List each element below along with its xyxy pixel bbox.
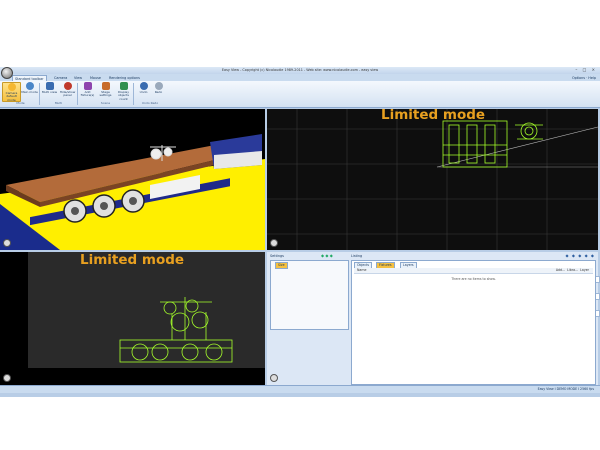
navigation-gizmo-icon[interactable] bbox=[270, 374, 278, 382]
button-label: Redo bbox=[154, 90, 163, 94]
listing-tool-icons[interactable]: ◆ ◆ ◆ ◆ ◆ bbox=[566, 253, 595, 258]
front-viewport[interactable]: Limited mode bbox=[267, 109, 598, 250]
panel-area: Settings ◆ ◆ ◆ Listing ◆ ◆ ◆ ◆ ◆ Size Wi… bbox=[267, 252, 600, 385]
window-controls[interactable]: – □ × bbox=[575, 67, 597, 72]
app-menu-button[interactable] bbox=[1, 67, 13, 79]
side-wire-scene bbox=[119, 297, 233, 363]
navigation-gizmo-icon[interactable] bbox=[3, 374, 11, 382]
multi-view-button[interactable]: Multi view bbox=[41, 82, 58, 100]
listing-title: Listing bbox=[351, 254, 363, 258]
group-label: Mode bbox=[16, 101, 25, 105]
settings-tool-icons[interactable]: ◆ ◆ ◆ bbox=[321, 253, 333, 258]
multi-view-icon bbox=[45, 82, 54, 90]
group-label: Scene bbox=[100, 101, 111, 105]
status-text: Easy View I DEMO MODE I 2560 fps bbox=[537, 387, 594, 391]
stage-icon bbox=[101, 82, 110, 90]
undo-icon bbox=[139, 82, 148, 90]
panel-icon bbox=[63, 82, 72, 90]
display-objects-count-button[interactable]: Display objects count bbox=[115, 82, 132, 100]
wireframe-side bbox=[119, 297, 233, 363]
fixture-icon bbox=[83, 82, 92, 90]
app-window: Easy View - Copyright (c) Nicolaudie 198… bbox=[0, 67, 600, 397]
settings-panel: Size bbox=[270, 260, 349, 330]
navigation-gizmo-icon[interactable] bbox=[3, 239, 11, 247]
settings-title: Settings bbox=[270, 254, 284, 258]
perspective-viewport[interactable] bbox=[0, 109, 265, 250]
navigation-gizmo-icon[interactable] bbox=[270, 239, 278, 247]
window-title: Easy View - Copyright (c) Nicolaudie 198… bbox=[221, 68, 379, 72]
listing-panel: Objects Fixtures Layers Name Add... Libr… bbox=[351, 260, 596, 385]
eye-icon bbox=[25, 82, 34, 90]
empty-message: There are no items to show. bbox=[451, 277, 496, 281]
add-tool[interactable]: Add... bbox=[556, 268, 565, 272]
button-label: Main mode bbox=[21, 90, 38, 94]
button-label: Add fixture(s) bbox=[80, 90, 95, 98]
button-label: Hide/show panel bbox=[59, 90, 76, 98]
stage-settings-button[interactable]: Stage settings bbox=[97, 82, 114, 100]
limited-mode-label: Limited mode bbox=[381, 109, 486, 123]
front-grid-scene bbox=[267, 109, 598, 250]
group-label: Undo Redo bbox=[141, 101, 159, 105]
ribbon: Camera default mode Main mode Multi view… bbox=[0, 81, 600, 108]
layer-tool[interactable]: Layer bbox=[580, 268, 589, 272]
side-viewport[interactable]: Limited mode bbox=[0, 252, 265, 385]
camera-mode-icon bbox=[7, 83, 16, 91]
library-tool[interactable]: Libra... bbox=[567, 268, 578, 272]
count-icon bbox=[119, 82, 128, 90]
redo-button[interactable]: Redo bbox=[150, 82, 167, 100]
button-label: Multi view bbox=[41, 90, 58, 94]
hide-show-panel-button[interactable]: Hide/show panel bbox=[59, 82, 76, 100]
main-mode-button[interactable]: Main mode bbox=[21, 82, 38, 100]
status-bar: Easy View I DEMO MODE I 2560 fps bbox=[0, 385, 600, 393]
wireframe-trailer-front bbox=[442, 120, 543, 168]
title-bar: Easy View - Copyright (c) Nicolaudie 198… bbox=[0, 67, 600, 74]
column-name[interactable]: Name bbox=[357, 268, 366, 272]
add-fixture-button[interactable]: Add fixture(s) bbox=[79, 82, 96, 100]
button-label: Display objects count bbox=[117, 90, 130, 101]
list-tools[interactable]: Add... Libra... Layer bbox=[556, 268, 589, 273]
list-header: Name Add... Libra... Layer bbox=[354, 268, 593, 274]
button-label: Stage settings bbox=[99, 90, 112, 98]
perspective-scene bbox=[0, 134, 265, 250]
redo-icon bbox=[154, 82, 163, 90]
tab-size[interactable]: Size bbox=[275, 262, 288, 269]
limited-mode-label: Limited mode bbox=[80, 252, 185, 268]
camera-default-mode-button[interactable]: Camera default mode bbox=[2, 82, 21, 102]
group-label: Multi bbox=[54, 101, 63, 105]
